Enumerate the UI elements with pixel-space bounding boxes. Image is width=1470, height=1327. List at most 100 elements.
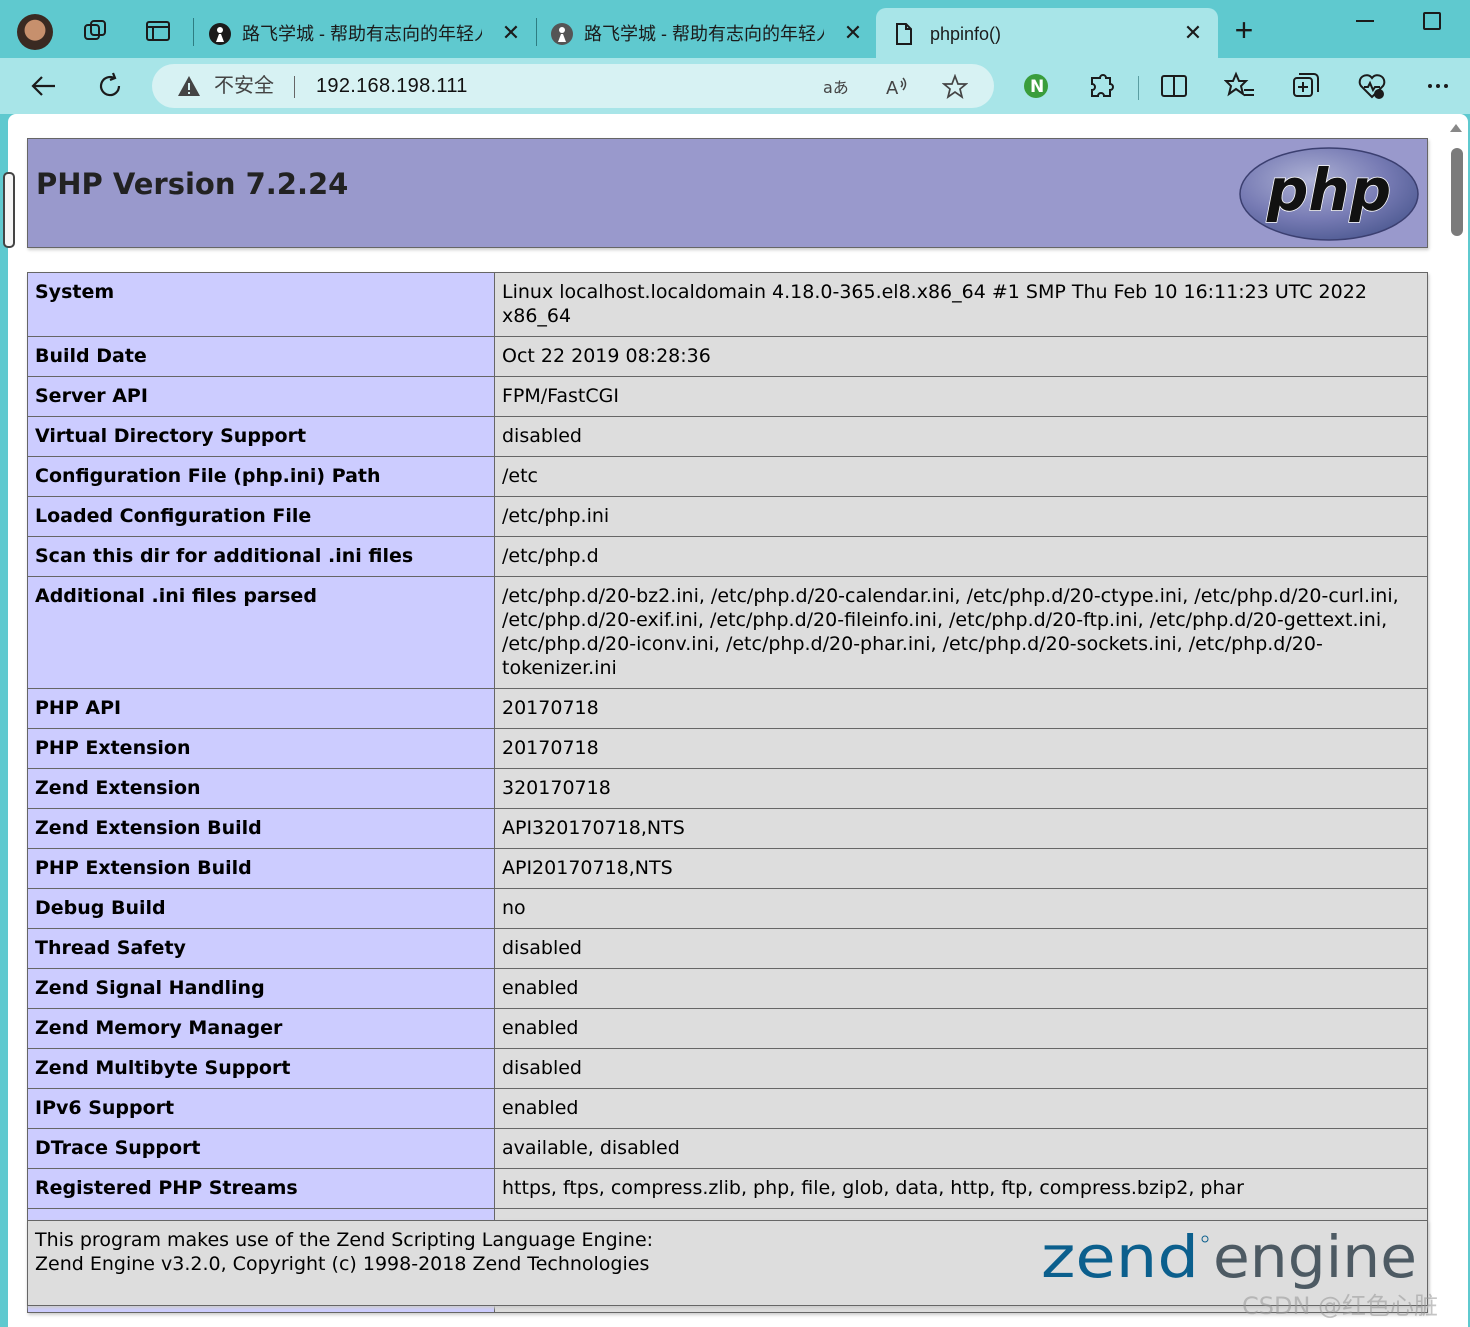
table-row: System Linux localhost.localdomain 4.18.0… — [27, 272, 1428, 337]
table-row: Configuration File (php.ini) Path/etc — [27, 456, 1428, 497]
row-key: Server API — [27, 376, 495, 417]
extension-n-icon[interactable]: N — [1020, 70, 1052, 102]
table-row: Additional .ini files parsed/etc/php.d/2… — [27, 576, 1428, 689]
minimize-window-icon[interactable] — [1356, 20, 1374, 22]
favorites-icon[interactable] — [1224, 70, 1256, 102]
row-value: 320170718 — [494, 768, 1428, 809]
row-value: /etc/php.d — [494, 536, 1428, 577]
tab-phpinfo[interactable]: phpinfo() ✕ — [876, 8, 1218, 58]
profile-avatar[interactable] — [17, 14, 53, 50]
row-value: https, ftps, compress.zlib, php, file, g… — [494, 1168, 1428, 1209]
read-aloud-icon[interactable]: A — [884, 74, 910, 100]
row-key: Zend Extension Build — [27, 808, 495, 849]
row-key: PHP Extension Build — [27, 848, 495, 889]
sidebar-drag-handle[interactable] — [3, 172, 15, 248]
php-version-header: PHP Version 7.2.24 php — [27, 138, 1428, 248]
zend-engine-box: This program makes use of the Zend Scrip… — [27, 1220, 1428, 1306]
table-row: Zend Multibyte Support disabled — [27, 1048, 1428, 1089]
row-key: Build Date — [27, 336, 495, 377]
zend-line-2: Zend Engine v3.2.0, Copyright (c) 1998-2… — [35, 1253, 650, 1275]
row-value: /etc/php.d/20-bz2.ini, /etc/php.d/20-cal… — [494, 576, 1428, 689]
table-row: Loaded Configuration File/etc/php.ini — [27, 496, 1428, 537]
phpinfo-table: System Linux localhost.localdomain 4.18.0… — [27, 272, 1428, 1313]
table-row: Zend Signal Handling enabled — [27, 968, 1428, 1009]
row-key: PHP API — [27, 688, 495, 729]
row-key: Virtual Directory Support — [27, 416, 495, 457]
row-value: API20170718,NTS — [494, 848, 1428, 889]
table-row: PHP Extension Build API20170718,NTS — [27, 848, 1428, 889]
row-key: DTrace Support — [27, 1128, 495, 1169]
vertical-scrollbar-thumb[interactable] — [1451, 148, 1463, 236]
row-value: disabled — [494, 928, 1428, 969]
row-key: Loaded Configuration File — [27, 496, 495, 537]
zend-description: This program makes use of the Zend Scrip… — [35, 1228, 653, 1276]
table-row: Virtual Directory Support disabled — [27, 416, 1428, 457]
row-key: Zend Extension — [27, 768, 495, 809]
row-value: enabled — [494, 1008, 1428, 1049]
split-screen-icon[interactable] — [1158, 70, 1190, 102]
svg-text:engine: engine — [1213, 1225, 1417, 1291]
row-key: IPv6 Support — [27, 1088, 495, 1129]
more-menu-icon[interactable] — [1422, 70, 1454, 102]
table-row: PHP API 20170718 — [27, 688, 1428, 729]
close-tab-icon[interactable]: ✕ — [498, 20, 524, 46]
favorite-star-icon[interactable] — [942, 74, 968, 100]
browser-toolbar: 不安全 192.168.198.111 aあ A N — [0, 58, 1470, 114]
row-key: Scan this dir for additional .ini files — [27, 536, 495, 577]
maximize-window-icon[interactable] — [1423, 12, 1441, 30]
address-bar[interactable]: 不安全 192.168.198.111 aあ A — [152, 64, 994, 108]
row-value: 20170718 — [494, 688, 1428, 729]
row-value: disabled — [494, 416, 1428, 457]
table-row: Build Date Oct 22 2019 08:28:36 — [27, 336, 1428, 377]
url-text[interactable]: 192.168.198.111 — [316, 75, 468, 97]
tab-title: phpinfo() — [930, 24, 1002, 44]
table-row: Debug Build no — [27, 888, 1428, 929]
new-tab-button[interactable]: + — [1228, 14, 1260, 46]
table-row: DTrace Support available, disabled — [27, 1128, 1428, 1169]
svg-text:zend: zend — [1041, 1225, 1199, 1291]
table-row: IPv6 Support enabled — [27, 1088, 1428, 1129]
translate-icon[interactable]: aあ — [822, 74, 848, 100]
row-value: enabled — [494, 968, 1428, 1009]
back-icon[interactable] — [28, 70, 60, 102]
collections-icon[interactable] — [1290, 70, 1322, 102]
tab-separator — [536, 18, 537, 46]
row-value: Oct 22 2019 08:28:36 — [494, 336, 1428, 377]
row-value: API320170718,NTS — [494, 808, 1428, 849]
zend-line-1: This program makes use of the Zend Scrip… — [35, 1229, 654, 1251]
table-row: Zend Extension Build API320170718,NTS — [27, 808, 1428, 849]
refresh-icon[interactable] — [94, 70, 126, 102]
security-label[interactable]: 不安全 — [214, 75, 274, 97]
row-key: System — [27, 272, 495, 337]
table-row: Zend Memory Manager enabled — [27, 1008, 1428, 1049]
table-row: Scan this dir for additional .ini files /… — [27, 536, 1428, 577]
lufei-favicon-icon — [551, 23, 573, 45]
row-value: /etc/php.ini — [494, 496, 1428, 537]
svg-text:php: php — [1266, 156, 1391, 224]
close-tab-icon[interactable]: ✕ — [1180, 20, 1206, 46]
lufei-favicon-icon — [209, 23, 231, 45]
svg-text:A: A — [886, 78, 899, 99]
row-key: Registered PHP Streams — [27, 1168, 495, 1209]
extensions-icon[interactable] — [1086, 70, 1118, 102]
page-title: PHP Version 7.2.24 — [36, 167, 349, 201]
page-document-icon — [896, 23, 912, 45]
row-value: FPM/FastCGI — [494, 376, 1428, 417]
tab-lufei-1[interactable]: 路飞学城 - 帮助有志向的年轻人 ✕ — [196, 8, 532, 58]
tab-actions-icon[interactable] — [145, 18, 171, 44]
address-separator — [294, 76, 295, 98]
table-row: Zend Extension 320170718 — [27, 768, 1428, 809]
tab-title: 路飞学城 - 帮助有志向的年轻人 — [584, 24, 824, 44]
browser-essentials-icon[interactable] — [1356, 70, 1388, 102]
scroll-up-arrow-icon[interactable] — [1450, 124, 1462, 132]
tab-lufei-2[interactable]: 路飞学城 - 帮助有志向的年轻人 ✕ — [538, 8, 874, 58]
close-tab-icon[interactable]: ✕ — [840, 20, 866, 46]
workspaces-icon[interactable] — [82, 18, 108, 44]
svg-text:aあ: aあ — [823, 78, 848, 97]
row-value: no — [494, 888, 1428, 929]
row-key: Thread Safety — [27, 928, 495, 969]
table-row: Thread Safety disabled — [27, 928, 1428, 969]
row-key: PHP Extension — [27, 728, 495, 769]
row-value: 20170718 — [494, 728, 1428, 769]
warning-icon[interactable] — [177, 74, 201, 98]
